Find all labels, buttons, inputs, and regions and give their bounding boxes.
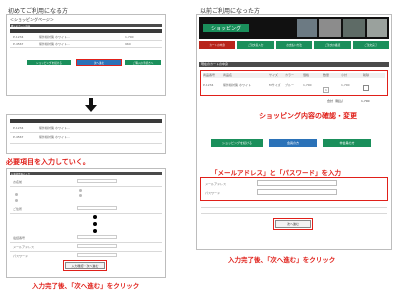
left-table-header xyxy=(10,29,162,33)
left-name-input[interactable] xyxy=(77,179,117,183)
left-ellipsis-dot xyxy=(93,222,97,226)
left-row2-name: 紫外線対策 ホワイト... xyxy=(39,42,70,46)
right-total-label: 合計（税込） xyxy=(327,99,346,103)
left-field-name-label: お名前 xyxy=(13,180,23,184)
left-submit-highlight xyxy=(63,260,107,271)
left-form-screenshot: お客様情報の入力 お名前 ご住所 電話番号 メールアドレス パスワード 入力確認… xyxy=(6,168,166,278)
item-name: 紫外線対策 ホワイト xyxy=(223,83,251,87)
left-pw-input[interactable] xyxy=(77,253,117,257)
left-continue-shopping-button[interactable]: ショッピングを続ける xyxy=(27,60,71,65)
right-step-tabs: カートの中身 ご注文者入力 お支払い方法 ご注文の確認 ご注文完了 xyxy=(199,41,390,51)
right-banner-photo xyxy=(297,19,317,37)
right-continue-shopping-button[interactable]: ショッピングを続ける xyxy=(211,139,263,147)
delete-cell xyxy=(363,76,377,95)
left-page-title: ＜ショッピングページ＞ xyxy=(10,17,54,22)
tab-complete[interactable]: ご注文完了 xyxy=(352,41,390,49)
right-site-screenshot: ショッピング カートの中身 ご注文者入力 お支払い方法 ご注文の確認 ご注文完了… xyxy=(196,14,392,250)
qty-cell: 1 xyxy=(323,76,341,95)
left-row-divider xyxy=(10,47,162,48)
right-divider xyxy=(201,207,387,208)
left-row2-name-2: 紫外線対策 ホワイト... xyxy=(39,135,70,139)
left-field-tel-label: 電話番号 xyxy=(13,236,26,240)
left-radio[interactable] xyxy=(79,194,82,197)
left-form-divider xyxy=(10,242,162,243)
left-radio[interactable] xyxy=(15,193,18,196)
left-ellipsis-dot xyxy=(93,229,97,233)
left-row1-price: 1,700 xyxy=(125,35,134,39)
left-row1-name: 紫外線対策 ホワイト... xyxy=(39,35,70,39)
right-guest-button[interactable]: 非会員の方 xyxy=(323,139,371,147)
col-size: サイズ xyxy=(269,73,278,77)
tab-payment[interactable]: お支払い方法 xyxy=(275,41,313,49)
left-row2-code-2: P-4567 xyxy=(13,135,24,139)
left-row1-code-2: P-1234 xyxy=(13,126,24,130)
left-cart-screenshot: ＜ショッピングページ＞ 購入のカート内容 P-1234 紫外線対策 ホワイト..… xyxy=(6,14,166,96)
left-radio[interactable] xyxy=(15,199,18,202)
tab-cart[interactable]: カートの中身 xyxy=(199,41,236,49)
left-field-email-label: メールアドレス xyxy=(13,245,35,249)
left-row-divider xyxy=(10,143,162,144)
right-banner-photo xyxy=(367,19,387,37)
left-form-divider xyxy=(10,213,162,214)
left-tel-input[interactable] xyxy=(77,235,117,239)
left-row1-name-2: 紫外線対策 ホワイト... xyxy=(39,126,70,130)
right-confirm-label: ショッピング内容の確認・変更 xyxy=(259,112,357,120)
col-name: 商品名 xyxy=(223,73,233,77)
left-form-head-bar xyxy=(10,172,162,175)
right-divider xyxy=(201,213,387,214)
right-banner-title: ショッピング xyxy=(203,24,249,32)
left-ellipsis-dot xyxy=(93,215,97,219)
left-next-highlight xyxy=(76,59,122,66)
col-price: 価格 xyxy=(303,73,310,77)
left-form-divider xyxy=(10,186,162,187)
left-table-header-2 xyxy=(10,119,162,123)
right-email-input[interactable] xyxy=(257,180,337,186)
left-row2-price: 960 xyxy=(125,42,131,46)
item-subtotal: 1,700 xyxy=(341,83,350,87)
left-cart-screenshot-2: P-1234 紫外線対策 ホワイト... P-4567 紫外線対策 ホワイト..… xyxy=(6,114,166,154)
left-row-divider xyxy=(10,40,162,41)
item-size: Mサイズ xyxy=(269,83,281,87)
left-cart-head-bar xyxy=(10,24,162,27)
left-row2-code: P-4567 xyxy=(13,42,24,46)
item-price: 1,700 xyxy=(303,83,312,87)
item-code: P-1234 xyxy=(203,83,214,87)
left-field-address-label: ご住所 xyxy=(13,207,23,211)
left-form-divider xyxy=(10,251,162,252)
right-banner: ショッピング xyxy=(199,17,389,39)
left-form-head: お客様情報の入力 xyxy=(11,173,31,176)
right-total-value: 1,700 xyxy=(361,99,370,103)
right-email-label: メールアドレス xyxy=(205,182,227,186)
right-table-header: 商品番号 商品名 サイズ カラー 価格 数量 小計 削除 xyxy=(203,73,385,78)
left-step-label: 必要項目を入力していく。 xyxy=(6,158,90,166)
right-instruction: 入力完了後、「次へ進む」をクリック xyxy=(228,256,336,264)
item-qty-input[interactable]: 1 xyxy=(323,86,329,93)
item-color: ブルー xyxy=(285,83,295,87)
right-cart-head: 現在のカートの中身 xyxy=(201,62,229,66)
left-cart-head: 購入のカート内容 xyxy=(11,25,31,28)
delete-checkbox[interactable] xyxy=(363,84,369,91)
right-login-label: 「メールアドレス」と「パスワード」を入力 xyxy=(211,169,341,177)
tab-orderer[interactable]: ご注文者入力 xyxy=(237,41,274,49)
left-instruction: 入力完了後、「次へ進む」をクリック xyxy=(32,282,140,290)
left-field-pw-label: パスワード xyxy=(13,254,29,258)
right-member-button[interactable]: 会員の方 xyxy=(269,139,317,147)
right-banner-photo xyxy=(343,19,365,37)
left-radio[interactable] xyxy=(79,189,82,192)
left-email-input[interactable] xyxy=(77,244,117,248)
col-subtotal: 小計 xyxy=(341,73,348,77)
col-code: 商品番号 xyxy=(203,73,216,77)
left-row-divider xyxy=(10,132,162,133)
col-color: カラー xyxy=(285,73,295,77)
right-next-highlight xyxy=(273,218,313,230)
left-row1-code: P-1234 xyxy=(13,35,24,39)
right-pw-input[interactable] xyxy=(257,189,337,195)
tab-confirm[interactable]: ご注文の確認 xyxy=(314,41,351,49)
right-banner-photo xyxy=(319,19,341,37)
left-address-input[interactable] xyxy=(77,206,117,210)
right-cart-row: P-1234 紫外線対策 ホワイト Mサイズ ブルー 1,700 1 1,700 xyxy=(203,81,385,93)
left-checkout-button[interactable]: ご購入の手続きへ xyxy=(125,60,161,65)
down-arrow-icon xyxy=(85,98,97,112)
right-pw-label: パスワード xyxy=(205,191,221,195)
